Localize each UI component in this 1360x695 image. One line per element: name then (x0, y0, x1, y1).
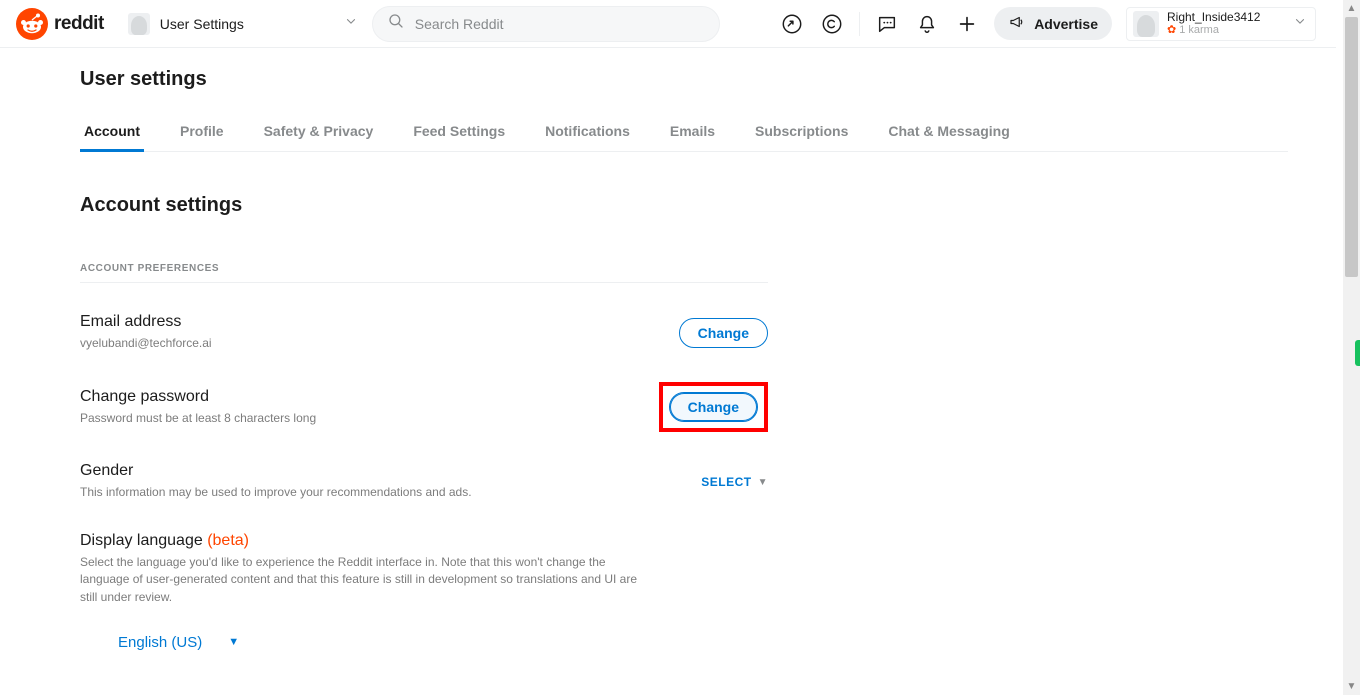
chat-icon[interactable] (874, 11, 900, 37)
caret-down-icon: ▼ (758, 477, 768, 488)
advertise-button[interactable]: Advertise (994, 7, 1112, 40)
coin-icon[interactable] (819, 11, 845, 37)
advertise-label: Advertise (1034, 16, 1098, 32)
tab-profile[interactable]: Profile (176, 113, 228, 151)
scroll-down-button[interactable]: ▼ (1343, 678, 1360, 695)
section-title: Account settings (80, 194, 1336, 217)
tab-feed[interactable]: Feed Settings (409, 113, 509, 151)
page-title: User settings (80, 68, 1336, 91)
language-value: English (US) (118, 634, 202, 651)
tab-subscriptions[interactable]: Subscriptions (751, 113, 852, 151)
scroll-up-button[interactable]: ▲ (1343, 0, 1360, 17)
subsection-preferences: ACCOUNT PREFERENCES (80, 263, 768, 283)
nav-label: User Settings (160, 16, 334, 32)
caret-down-icon: ▼ (228, 636, 239, 648)
row-gender: Gender This information may be used to i… (80, 462, 768, 501)
header-actions: Advertise Right_Inside3412 ✿ 1 karma (779, 7, 1316, 41)
user-menu[interactable]: Right_Inside3412 ✿ 1 karma (1126, 7, 1316, 41)
karma-icon: ✿ (1167, 24, 1176, 36)
user-avatar-icon (1133, 11, 1159, 37)
tab-notifications[interactable]: Notifications (541, 113, 634, 151)
settings-tabs: Account Profile Safety & Privacy Feed Se… (80, 113, 1288, 152)
row-password: Change password Password must be at leas… (80, 382, 768, 432)
tab-safety[interactable]: Safety & Privacy (260, 113, 378, 151)
highlight-box: Change (659, 382, 768, 432)
reddit-logo[interactable]: reddit (16, 8, 104, 40)
notifications-icon[interactable] (914, 11, 940, 37)
email-title: Email address (80, 313, 212, 331)
tab-chat[interactable]: Chat & Messaging (884, 113, 1013, 151)
reddit-icon (16, 8, 48, 40)
user-name: Right_Inside3412 (1167, 11, 1260, 24)
password-title: Change password (80, 388, 316, 406)
search-input[interactable] (415, 16, 705, 32)
tab-emails[interactable]: Emails (666, 113, 719, 151)
divider (859, 12, 860, 36)
language-sub: Select the language you'd like to experi… (80, 554, 640, 606)
gender-title: Gender (80, 462, 472, 480)
beta-tag: (beta) (207, 532, 249, 549)
nav-community-selector[interactable]: User Settings (128, 13, 358, 35)
side-indicator (1355, 340, 1360, 366)
password-sub: Password must be at least 8 characters l… (80, 410, 316, 427)
user-karma: 1 karma (1179, 24, 1219, 36)
site-header: reddit User Settings (0, 0, 1336, 48)
language-title: Display language (beta) (80, 532, 640, 550)
search-bar[interactable] (372, 6, 720, 42)
email-value: vyelubandi@techforce.ai (80, 335, 212, 352)
search-icon (387, 12, 405, 35)
megaphone-icon (1008, 13, 1026, 34)
gender-select[interactable]: SELECT ▼ (701, 475, 768, 489)
gender-sub: This information may be used to improve … (80, 484, 472, 501)
row-email: Email address vyelubandi@techforce.ai Ch… (80, 313, 768, 352)
popular-icon[interactable] (779, 11, 805, 37)
gender-select-label: SELECT (701, 475, 751, 489)
create-post-icon[interactable] (954, 11, 980, 37)
row-language: Display language (beta) Select the langu… (80, 532, 768, 606)
change-email-button[interactable]: Change (679, 318, 768, 348)
change-password-button[interactable]: Change (669, 392, 758, 422)
chevron-down-icon (344, 14, 358, 33)
user-meta: Right_Inside3412 ✿ 1 karma (1167, 11, 1260, 36)
language-select[interactable]: English (US) ▼ (118, 634, 1336, 651)
reddit-wordmark: reddit (54, 13, 104, 35)
settings-page: User settings Account Profile Safety & P… (0, 48, 1336, 651)
nav-avatar-icon (128, 13, 150, 35)
tab-account[interactable]: Account (80, 113, 144, 151)
scroll-thumb[interactable] (1345, 17, 1358, 277)
chevron-down-icon (1293, 14, 1307, 33)
